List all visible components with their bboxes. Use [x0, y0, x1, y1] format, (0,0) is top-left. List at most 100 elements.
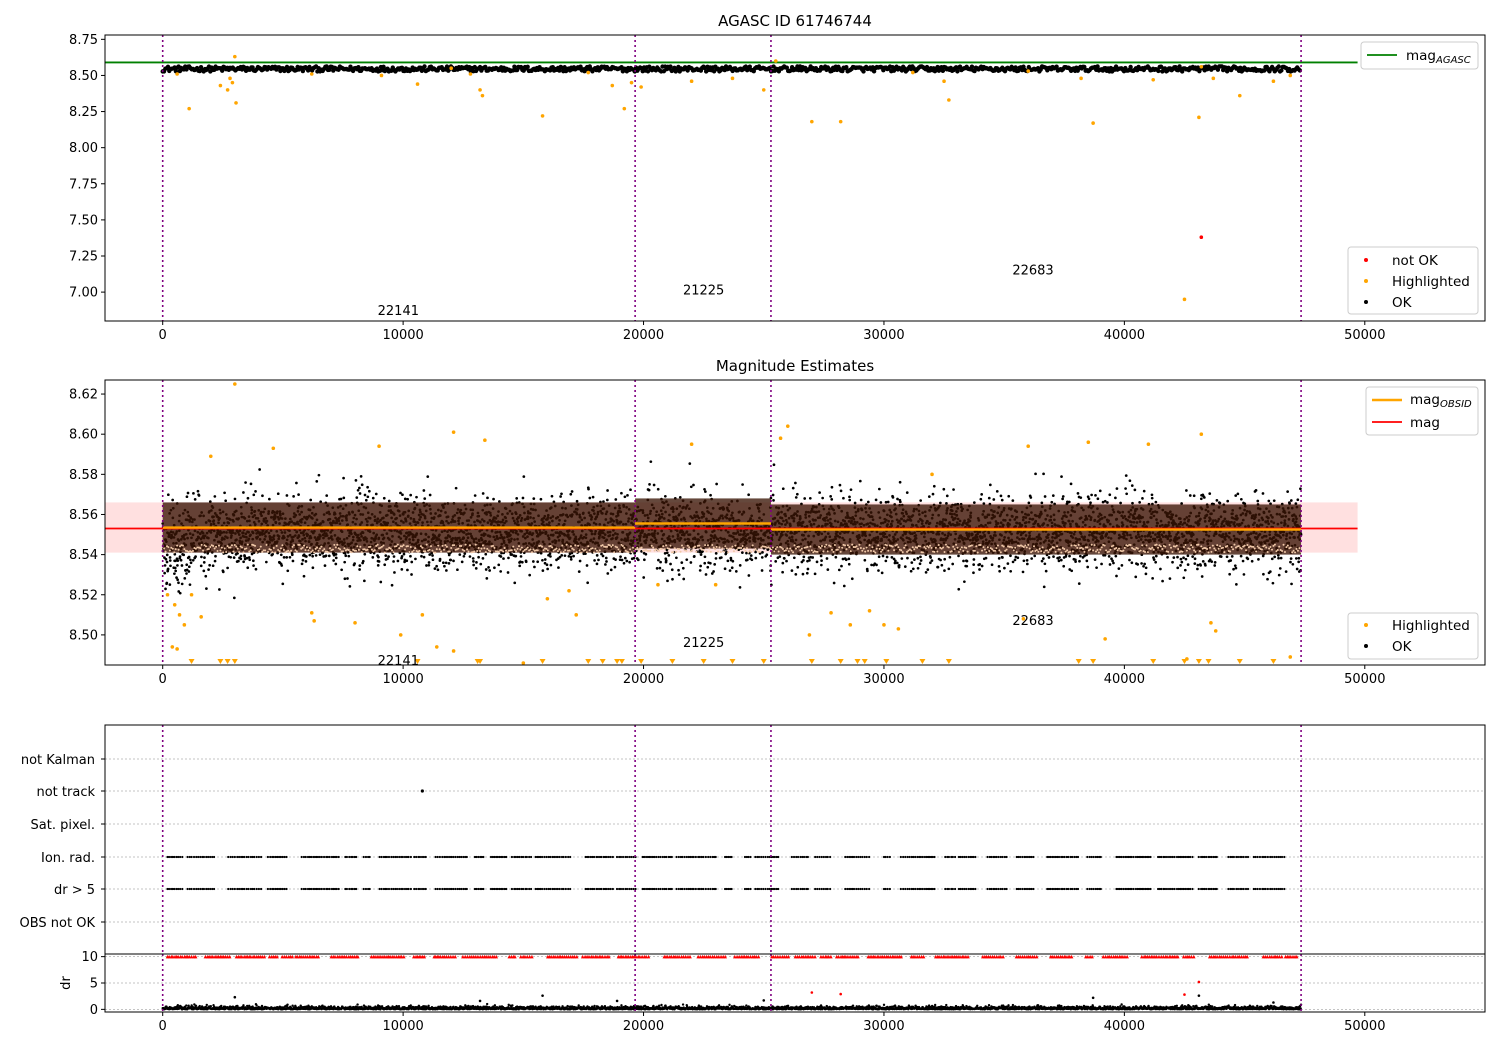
ok-point — [936, 565, 940, 569]
highlighted-point — [622, 106, 627, 111]
ok-point — [714, 557, 718, 560]
ok-point — [1007, 494, 1011, 498]
ok-point — [1156, 68, 1161, 74]
ok-point — [897, 564, 901, 567]
ok-point — [927, 495, 931, 498]
ok-point — [515, 497, 519, 500]
ok-point — [472, 563, 475, 567]
ok-point — [943, 569, 946, 572]
ok-point — [305, 555, 308, 558]
ok-point — [502, 557, 505, 560]
ok-point — [409, 554, 412, 558]
ok-point — [984, 556, 988, 560]
ok-point — [995, 489, 999, 493]
ok-point — [237, 559, 240, 563]
ok-point — [706, 565, 710, 569]
agasc-ytick-label: 8.50 — [69, 69, 98, 84]
ok-point — [745, 558, 749, 562]
ok-point — [356, 488, 360, 492]
ok-point — [1025, 562, 1029, 566]
ok-point — [406, 497, 409, 501]
ok-point — [532, 497, 536, 500]
highlighted-point — [379, 73, 384, 78]
ok-point — [808, 496, 812, 500]
ok-point — [188, 583, 192, 587]
ok-point — [734, 570, 738, 573]
ok-point — [943, 557, 947, 561]
ok-point — [667, 553, 671, 557]
highlighted-point — [773, 59, 778, 63]
ok-point — [426, 475, 430, 478]
ok-point — [643, 558, 646, 562]
ok-point — [689, 485, 693, 489]
ok-point — [629, 488, 632, 492]
ok-point — [1025, 558, 1029, 562]
ok-point — [877, 487, 881, 491]
ok-point — [239, 554, 243, 558]
ok-point — [988, 483, 992, 487]
ok-point — [422, 64, 427, 69]
ok-point — [392, 555, 396, 558]
ok-point — [403, 497, 407, 501]
ok-point — [363, 493, 367, 497]
ok-point — [166, 567, 170, 571]
ok-point — [703, 561, 707, 565]
ok-point — [591, 495, 595, 499]
highlighted-point — [1211, 76, 1216, 81]
highlighted-point — [1026, 69, 1031, 73]
highlighted-point — [468, 72, 473, 76]
ok-point — [474, 567, 478, 570]
ok-point — [1029, 496, 1033, 499]
ok-point — [371, 496, 375, 500]
ok-point — [549, 563, 553, 567]
ok-point — [202, 561, 206, 564]
ok-point — [163, 571, 166, 575]
ok-point — [402, 552, 406, 556]
ok-point — [931, 492, 935, 496]
ok-point — [957, 554, 960, 558]
ok-point — [900, 557, 904, 560]
ok-point — [232, 556, 236, 559]
ok-point — [279, 553, 283, 557]
ok-point — [657, 558, 660, 562]
ok-point — [186, 491, 190, 495]
ok-point — [998, 569, 1001, 573]
ok-point — [588, 496, 592, 500]
ok-point — [863, 558, 867, 562]
ok-point — [782, 557, 786, 560]
ok-point — [821, 496, 824, 500]
ok-point — [749, 554, 753, 557]
ok-point — [302, 574, 306, 578]
ok-point — [613, 565, 617, 569]
ok-point — [965, 559, 969, 563]
ok-point — [481, 556, 485, 560]
ok-point — [771, 493, 775, 497]
ok-point — [229, 555, 232, 559]
ok-point — [972, 501, 976, 505]
ok-point — [747, 493, 750, 497]
legend-marker-not-ok — [1364, 258, 1368, 262]
ok-point — [962, 559, 965, 563]
ok-point — [532, 560, 535, 563]
obsid-label: 21225 — [683, 284, 724, 299]
ok-point — [649, 460, 653, 464]
ok-point — [858, 479, 862, 483]
ok-point — [422, 489, 426, 492]
ok-point — [361, 559, 365, 563]
ok-point — [358, 492, 362, 495]
ok-point — [593, 559, 596, 562]
ok-point — [680, 561, 684, 564]
ok-point — [559, 495, 562, 498]
ok-point — [401, 493, 404, 497]
ok-point — [400, 554, 404, 558]
ok-point — [187, 555, 191, 559]
ok-point — [308, 553, 312, 557]
ok-point — [539, 497, 543, 501]
ok-point — [668, 64, 673, 69]
ok-point — [903, 565, 907, 568]
ok-point — [623, 556, 627, 560]
ok-point — [525, 64, 530, 69]
agasc-xtick-label: 40000 — [1104, 328, 1145, 343]
ok-point — [189, 558, 192, 562]
ok-point — [214, 554, 217, 558]
